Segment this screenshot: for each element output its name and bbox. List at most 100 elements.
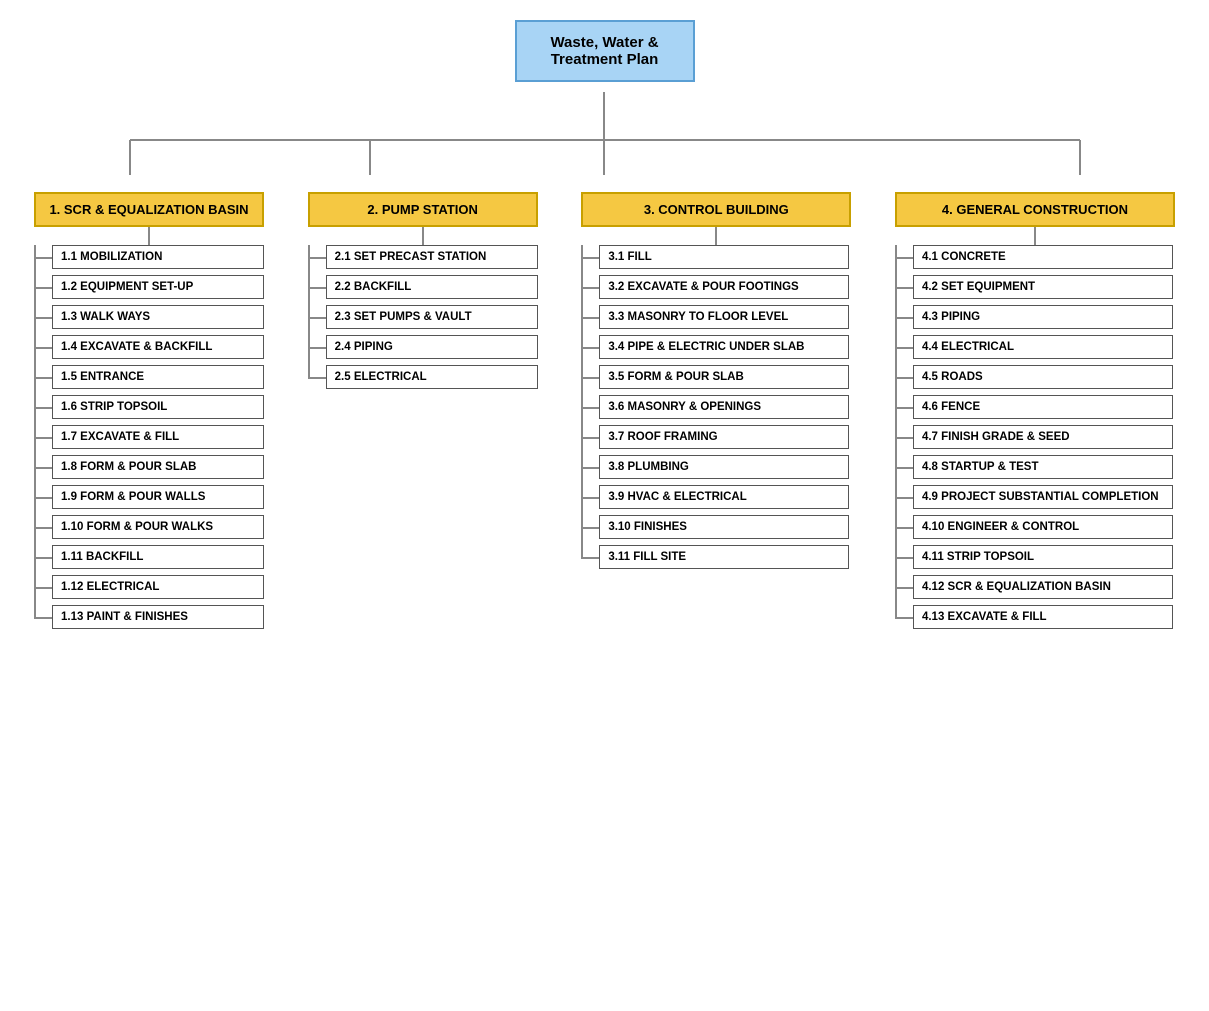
col4-vert bbox=[1034, 227, 1036, 245]
list-item: 4.2 SET EQUIPMENT bbox=[895, 275, 1175, 299]
list-item: 4.6 FENCE bbox=[895, 395, 1175, 419]
col3-header: 3. CONTROL BUILDING bbox=[581, 192, 851, 227]
child-box: 4.1 CONCRETE bbox=[913, 245, 1173, 269]
col2-vert bbox=[422, 227, 424, 245]
child-box: 3.10 FINISHES bbox=[599, 515, 849, 539]
list-item: 3.10 FINISHES bbox=[581, 515, 851, 539]
child-box: 1.11 BACKFILL bbox=[52, 545, 264, 569]
child-box: 4.13 EXCAVATE & FILL bbox=[913, 605, 1173, 629]
list-item: 3.8 PLUMBING bbox=[581, 455, 851, 479]
list-item: 1.10 FORM & POUR WALKS bbox=[34, 515, 264, 539]
list-item: 4.8 STARTUP & TEST bbox=[895, 455, 1175, 479]
list-item: 3.11 FILL SITE bbox=[581, 545, 851, 569]
list-item: 3.4 PIPE & ELECTRIC UNDER SLAB bbox=[581, 335, 851, 359]
list-item: 2.3 SET PUMPS & VAULT bbox=[308, 305, 538, 329]
list-item: 1.12 ELECTRICAL bbox=[34, 575, 264, 599]
list-item: 1.9 FORM & POUR WALLS bbox=[34, 485, 264, 509]
column-4: 4. GENERAL CONSTRUCTION 4.1 CONCRETE 4.2… bbox=[885, 192, 1185, 635]
col2-header: 2. PUMP STATION bbox=[308, 192, 538, 227]
list-item: 4.5 ROADS bbox=[895, 365, 1175, 389]
child-box: 2.4 PIPING bbox=[326, 335, 538, 359]
list-item: 4.3 PIPING bbox=[895, 305, 1175, 329]
col1-children: 1.1 MOBILIZATION 1.2 EQUIPMENT SET-UP 1.… bbox=[34, 245, 264, 635]
child-box: 4.12 SCR & EQUALIZATION BASIN bbox=[913, 575, 1173, 599]
child-box: 4.11 STRIP TOPSOIL bbox=[913, 545, 1173, 569]
child-box: 1.5 ENTRANCE bbox=[52, 365, 264, 389]
list-item: 3.9 HVAC & ELECTRICAL bbox=[581, 485, 851, 509]
list-item: 4.11 STRIP TOPSOIL bbox=[895, 545, 1175, 569]
child-box: 4.6 FENCE bbox=[913, 395, 1173, 419]
root-box: Waste, Water & Treatment Plan bbox=[515, 20, 695, 82]
child-box: 1.12 ELECTRICAL bbox=[52, 575, 264, 599]
list-item: 2.4 PIPING bbox=[308, 335, 538, 359]
child-box: 1.3 WALK WAYS bbox=[52, 305, 264, 329]
col3-children: 3.1 FILL 3.2 EXCAVATE & POUR FOOTINGS 3.… bbox=[581, 245, 851, 575]
list-item: 4.4 ELECTRICAL bbox=[895, 335, 1175, 359]
child-box: 2.3 SET PUMPS & VAULT bbox=[326, 305, 538, 329]
col3-vert bbox=[715, 227, 717, 245]
child-box: 3.1 FILL bbox=[599, 245, 849, 269]
column-2: 2. PUMP STATION 2.1 SET PRECAST STATION … bbox=[298, 192, 548, 635]
col2-children: 2.1 SET PRECAST STATION 2.2 BACKFILL 2.3… bbox=[308, 245, 538, 395]
columns-row: 1. SCR & EQUALIZATION BASIN 1.1 MOBILIZA… bbox=[10, 192, 1199, 635]
list-item: 1.1 MOBILIZATION bbox=[34, 245, 264, 269]
list-item: 1.13 PAINT & FINISHES bbox=[34, 605, 264, 629]
root-title-line2: Treatment Plan bbox=[551, 51, 659, 68]
child-box: 2.2 BACKFILL bbox=[326, 275, 538, 299]
list-item: 1.6 STRIP TOPSOIL bbox=[34, 395, 264, 419]
list-item: 4.9 PROJECT SUBSTANTIAL COMPLETION bbox=[895, 485, 1175, 509]
child-box: 3.3 MASONRY TO FLOOR LEVEL bbox=[599, 305, 849, 329]
list-item: 1.4 EXCAVATE & BACKFILL bbox=[34, 335, 264, 359]
child-box: 4.7 FINISH GRADE & SEED bbox=[913, 425, 1173, 449]
child-box: 3.5 FORM & POUR SLAB bbox=[599, 365, 849, 389]
child-box: 4.4 ELECTRICAL bbox=[913, 335, 1173, 359]
child-box: 1.9 FORM & POUR WALLS bbox=[52, 485, 264, 509]
child-box: 1.7 EXCAVATE & FILL bbox=[52, 425, 264, 449]
list-item: 1.2 EQUIPMENT SET-UP bbox=[34, 275, 264, 299]
child-box: 1.6 STRIP TOPSOIL bbox=[52, 395, 264, 419]
child-box: 1.1 MOBILIZATION bbox=[52, 245, 264, 269]
list-item: 3.7 ROOF FRAMING bbox=[581, 425, 851, 449]
diagram: Waste, Water & Treatment Plan 1. SCR & E… bbox=[0, 0, 1209, 1011]
column-3: 3. CONTROL BUILDING 3.1 FILL 3.2 EXCAVAT… bbox=[571, 192, 861, 635]
list-item: 3.6 MASONRY & OPENINGS bbox=[581, 395, 851, 419]
col4-header: 4. GENERAL CONSTRUCTION bbox=[895, 192, 1175, 227]
child-box: 4.8 STARTUP & TEST bbox=[913, 455, 1173, 479]
child-box: 1.13 PAINT & FINISHES bbox=[52, 605, 264, 629]
root-container: Waste, Water & Treatment Plan bbox=[10, 20, 1199, 82]
col1-vert bbox=[148, 227, 150, 245]
col4-children: 4.1 CONCRETE 4.2 SET EQUIPMENT 4.3 PIPIN… bbox=[895, 245, 1175, 635]
child-box: 1.10 FORM & POUR WALKS bbox=[52, 515, 264, 539]
child-box: 2.5 ELECTRICAL bbox=[326, 365, 538, 389]
list-item: 4.10 ENGINEER & CONTROL bbox=[895, 515, 1175, 539]
child-box: 3.2 EXCAVATE & POUR FOOTINGS bbox=[599, 275, 849, 299]
list-item: 4.1 CONCRETE bbox=[895, 245, 1175, 269]
list-item: 1.7 EXCAVATE & FILL bbox=[34, 425, 264, 449]
list-item: 1.5 ENTRANCE bbox=[34, 365, 264, 389]
page-wrapper: Waste, Water & Treatment Plan 1. SCR & E… bbox=[0, 0, 1209, 1011]
child-box: 1.8 FORM & POUR SLAB bbox=[52, 455, 264, 479]
list-item: 4.12 SCR & EQUALIZATION BASIN bbox=[895, 575, 1175, 599]
list-item: 1.3 WALK WAYS bbox=[34, 305, 264, 329]
list-item: 1.8 FORM & POUR SLAB bbox=[34, 455, 264, 479]
child-box: 3.8 PLUMBING bbox=[599, 455, 849, 479]
root-title-line1: Waste, Water & bbox=[550, 34, 658, 51]
child-box: 2.1 SET PRECAST STATION bbox=[326, 245, 538, 269]
child-box: 4.9 PROJECT SUBSTANTIAL COMPLETION bbox=[913, 485, 1173, 509]
child-box: 4.5 ROADS bbox=[913, 365, 1173, 389]
list-item: 3.3 MASONRY TO FLOOR LEVEL bbox=[581, 305, 851, 329]
list-item: 3.1 FILL bbox=[581, 245, 851, 269]
list-item: 4.7 FINISH GRADE & SEED bbox=[895, 425, 1175, 449]
child-box: 3.6 MASONRY & OPENINGS bbox=[599, 395, 849, 419]
child-box: 4.3 PIPING bbox=[913, 305, 1173, 329]
child-box: 1.4 EXCAVATE & BACKFILL bbox=[52, 335, 264, 359]
list-item: 3.2 EXCAVATE & POUR FOOTINGS bbox=[581, 275, 851, 299]
list-item: 1.11 BACKFILL bbox=[34, 545, 264, 569]
child-box: 3.11 FILL SITE bbox=[599, 545, 849, 569]
list-item: 2.5 ELECTRICAL bbox=[308, 365, 538, 389]
child-box: 3.7 ROOF FRAMING bbox=[599, 425, 849, 449]
list-item: 2.1 SET PRECAST STATION bbox=[308, 245, 538, 269]
list-item: 2.2 BACKFILL bbox=[308, 275, 538, 299]
child-box: 1.2 EQUIPMENT SET-UP bbox=[52, 275, 264, 299]
list-item: 3.5 FORM & POUR SLAB bbox=[581, 365, 851, 389]
